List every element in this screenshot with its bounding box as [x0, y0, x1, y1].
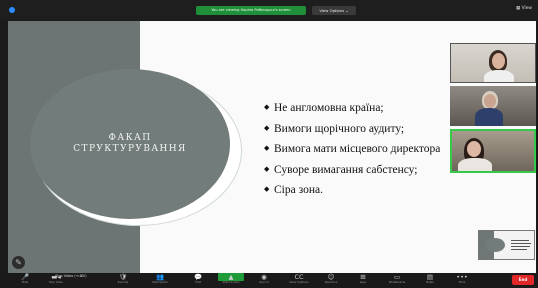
- participant-face: [492, 53, 505, 69]
- slide-bullet: ◆ Суворе вимагання сабстенсу;: [264, 160, 440, 181]
- meeting-controls-toolbar: Stop Video (⌥⌘V) 🎤 Mute ▬◂ Stop Video 🛡 …: [0, 273, 538, 288]
- video-camera-icon: ▬◂: [51, 273, 61, 281]
- record-icon: ◉: [261, 273, 267, 281]
- notes-button[interactable]: ▤ Notes: [420, 273, 440, 288]
- meeting-top-bar: You are viewing Каріна Рибницька's scree…: [0, 0, 538, 20]
- slide-bullet-list: ◆ Не англомовна країна; ◆ Вимоги щорічного…: [264, 98, 440, 201]
- apps-button[interactable]: ⊞ Apps: [354, 273, 372, 288]
- whiteboard-icon: ▭: [393, 273, 401, 281]
- stop-video-button[interactable]: ▬◂ Stop Video: [44, 273, 68, 288]
- slide-title: ФАКАП СТРУКТУРУВАННЯ: [30, 133, 230, 155]
- whiteboards-button[interactable]: ▭ Whiteboards: [384, 273, 410, 288]
- participant-face: [484, 94, 496, 108]
- participant-face: [467, 141, 481, 157]
- chat-icon: 💬: [193, 273, 203, 281]
- view-options-button[interactable]: View Options ⌄: [312, 6, 356, 15]
- reactions-icon: ☺: [327, 273, 335, 281]
- slide-bullet: ◆ Сіра зона.: [264, 180, 440, 201]
- participant-video-tile[interactable]: [450, 43, 536, 83]
- annotate-pen-icon[interactable]: ✎: [12, 256, 25, 269]
- security-button[interactable]: 🛡 Security: [112, 273, 134, 288]
- apps-icon: ⊞: [360, 273, 366, 281]
- thumbnail-line: [511, 243, 531, 244]
- participants-button[interactable]: 👥 Participants: [146, 273, 174, 288]
- chat-button[interactable]: 💬 Chat: [188, 273, 208, 288]
- thumbnail-line: [511, 240, 529, 241]
- slide-title-line-1: ФАКАП: [108, 133, 152, 143]
- participant-torso: [458, 158, 492, 171]
- diamond-bullet-icon: ◆: [264, 123, 270, 132]
- slide-bullet: ◆ Вимога мати місцевого директора: [264, 139, 440, 160]
- end-meeting-button[interactable]: End: [512, 275, 534, 285]
- reactions-button[interactable]: ☺ Reactions: [320, 273, 342, 288]
- security-icon: 🛡: [118, 273, 128, 281]
- more-button[interactable]: ••• More: [452, 273, 472, 288]
- diamond-bullet-icon: ◆: [264, 185, 270, 193]
- record-button[interactable]: ◉ Record: [254, 273, 274, 288]
- notes-icon: ▤: [426, 273, 434, 281]
- participant-video-tile[interactable]: [450, 86, 536, 126]
- participant-torso: [475, 108, 503, 126]
- thumbnail-ellipse: [485, 238, 505, 252]
- share-screen-button[interactable]: ▲ Share Screen: [218, 273, 244, 288]
- mute-button[interactable]: 🎤 Mute: [14, 273, 36, 288]
- diamond-bullet-icon: ◆: [264, 164, 270, 173]
- screen-thumbnail-preview[interactable]: [478, 230, 535, 260]
- thumbnail-line: [511, 249, 527, 250]
- view-button[interactable]: ▦ View: [516, 6, 532, 11]
- closed-caption-icon: CC: [294, 273, 304, 281]
- diamond-bullet-icon: ◆: [264, 103, 270, 111]
- active-speaker-video-tile[interactable]: [450, 129, 536, 173]
- diamond-bullet-icon: ◆: [264, 144, 270, 152]
- slide-title-line-2: СТРУКТУРУВАННЯ: [73, 144, 187, 154]
- share-screen-icon: ▲: [218, 273, 244, 281]
- screen-share-notice: You are viewing Каріна Рибницька's scree…: [196, 6, 306, 15]
- slide-bullet: ◆ Не англомовна країна;: [264, 98, 440, 119]
- thumbnail-line: [511, 246, 530, 247]
- captions-button[interactable]: CC Show Captions: [286, 273, 312, 288]
- participants-icon: 👥: [155, 273, 165, 281]
- slide-bullet: ◆ Вимоги щорічного аудиту;: [264, 119, 440, 140]
- microphone-icon: 🎤: [20, 273, 30, 281]
- participant-torso: [484, 70, 514, 82]
- more-icon: •••: [456, 273, 468, 281]
- shield-icon[interactable]: [9, 7, 15, 13]
